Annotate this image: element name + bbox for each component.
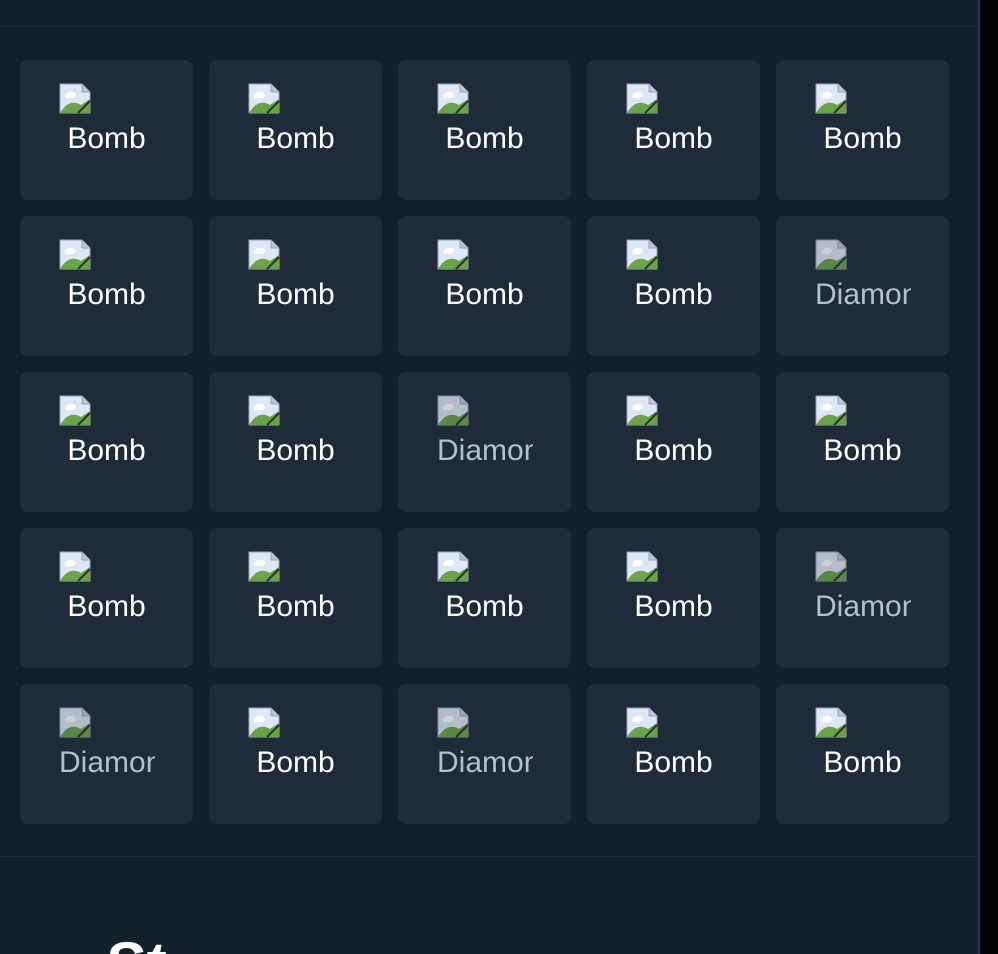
tile-label: Bomb [445,278,524,311]
broken-image-icon [626,239,658,270]
tile-label: Bomb [445,590,524,623]
tile-label: Bomb [634,746,713,779]
grid-tile-diamond[interactable]: Diamond [398,372,571,512]
tile-label: Bomb [67,434,146,467]
grid-tile-bomb[interactable]: Bomb [587,216,760,356]
window-edge [980,0,998,954]
broken-image-icon [815,707,847,738]
grid-tile-bomb[interactable]: Bomb [776,684,949,824]
tile-label: Bomb [256,122,335,155]
broken-image-icon [815,395,847,426]
tile-label: Bomb [256,746,335,779]
mines-grid: Bomb Bomb Bomb Bomb Bomb Bomb Bomb Bomb … [20,60,949,824]
grid-tile-bomb[interactable]: Bomb [20,528,193,668]
grid-tile-bomb[interactable]: Bomb [398,60,571,200]
broken-image-icon [248,707,280,738]
broken-image-icon [59,395,91,426]
grid-tile-diamond[interactable]: Diamond [398,684,571,824]
broken-image-icon [626,551,658,582]
broken-image-icon [437,239,469,270]
tile-label: Bomb [823,434,902,467]
tile-label: Bomb [634,434,713,467]
broken-image-icon [59,83,91,114]
broken-image-icon [626,83,658,114]
grid-tile-bomb[interactable]: Bomb [776,60,949,200]
broken-image-icon [626,395,658,426]
tile-label: Bomb [445,122,524,155]
top-divider [0,26,978,27]
broken-image-icon [437,551,469,582]
grid-tile-bomb[interactable]: Bomb [587,684,760,824]
broken-image-icon [437,83,469,114]
broken-image-icon [59,551,91,582]
grid-tile-bomb[interactable]: Bomb [587,528,760,668]
grid-tile-bomb[interactable]: Bomb [587,372,760,512]
grid-tile-bomb[interactable]: Bomb [587,60,760,200]
tile-label: Diamond [437,746,533,779]
grid-tile-bomb[interactable]: Bomb [20,60,193,200]
broken-image-icon [626,707,658,738]
bottom-divider [0,856,978,857]
broken-image-icon [815,83,847,114]
broken-image-icon [248,83,280,114]
broken-image-icon [437,707,469,738]
tile-label: Diamond [815,278,911,311]
grid-tile-bomb[interactable]: Bomb [209,60,382,200]
grid-tile-bomb[interactable]: Bomb [20,372,193,512]
tile-label: Bomb [823,746,902,779]
grid-tile-diamond[interactable]: Diamond [776,528,949,668]
tile-label: Bomb [67,590,146,623]
grid-tile-bomb[interactable]: Bomb [209,684,382,824]
tile-label: Diamond [815,590,911,623]
broken-image-icon [248,239,280,270]
grid-tile-diamond[interactable]: Diamond [776,216,949,356]
tile-label: Bomb [67,278,146,311]
grid-tile-bomb[interactable]: Bomb [209,528,382,668]
broken-image-icon [815,551,847,582]
grid-tile-bomb[interactable]: Bomb [398,216,571,356]
broken-image-icon [248,395,280,426]
tile-label: Bomb [67,122,146,155]
broken-image-icon [437,395,469,426]
tile-label: Bomb [256,590,335,623]
grid-tile-bomb[interactable]: Bomb [776,372,949,512]
grid-tile-bomb[interactable]: Bomb [209,372,382,512]
tile-label: Bomb [634,122,713,155]
broken-image-icon [59,707,91,738]
game-page: Bomb Bomb Bomb Bomb Bomb Bomb Bomb Bomb … [0,0,998,954]
grid-tile-bomb[interactable]: Bomb [209,216,382,356]
tile-label: Bomb [256,434,335,467]
tile-label: Bomb [823,122,902,155]
broken-image-icon [248,551,280,582]
tile-label: Bomb [634,590,713,623]
grid-tile-bomb[interactable]: Bomb [398,528,571,668]
tile-label: Bomb [634,278,713,311]
tile-label: Diamond [437,434,533,467]
broken-image-icon [815,239,847,270]
grid-tile-bomb[interactable]: Bomb [20,216,193,356]
tile-label: Bomb [256,278,335,311]
broken-image-icon [59,239,91,270]
tile-label: Diamond [59,746,155,779]
grid-tile-diamond[interactable]: Diamond [20,684,193,824]
section-heading: St [104,928,164,954]
